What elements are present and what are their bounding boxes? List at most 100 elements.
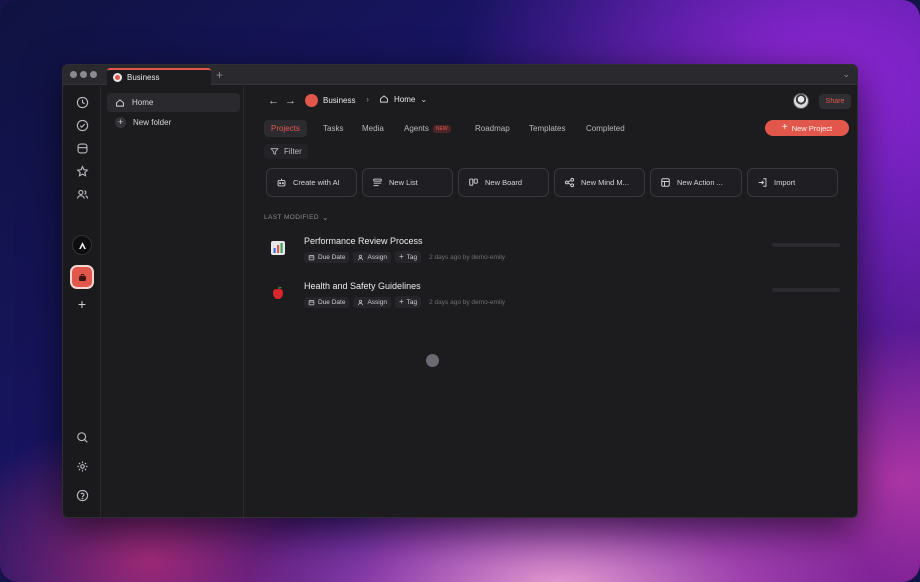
search-icon[interactable]	[75, 430, 89, 444]
browser-tab-business[interactable]: Business	[107, 68, 211, 85]
tab-media[interactable]: Media	[362, 120, 384, 137]
action-label: Create with AI	[293, 178, 340, 187]
import-icon	[758, 178, 767, 187]
breadcrumb-workspace-label: Business	[323, 96, 356, 105]
business-favicon-icon	[113, 73, 122, 82]
sidebar-item-new-folder[interactable]: + New folder	[107, 113, 240, 132]
inbox-icon[interactable]	[75, 141, 89, 155]
list-icon	[373, 178, 382, 187]
tab-label: Completed	[586, 124, 625, 133]
star-icon[interactable]	[75, 164, 89, 178]
action-label: New Mind M...	[581, 178, 629, 187]
due-date-label: Due Date	[318, 253, 346, 261]
create-with-ai-button[interactable]: Create with AI	[266, 168, 357, 197]
import-button[interactable]: Import	[747, 168, 838, 197]
tab-label: Tasks	[323, 124, 344, 133]
plus-icon: +	[398, 297, 404, 306]
list-item[interactable]: Performance Review Process Due Date Assi…	[264, 236, 842, 270]
last-modified-sort[interactable]: LAST MODIFIED ⌄	[264, 213, 329, 222]
new-board-button[interactable]: New Board	[458, 168, 549, 197]
tag-button[interactable]: + Tag	[394, 296, 422, 308]
window-titlebar: Business + ⌄	[63, 65, 857, 85]
forward-arrow-icon[interactable]: →	[285, 95, 296, 107]
action-label: New Action ...	[677, 178, 723, 187]
modified-time: 2 days ago by demo-emily	[429, 253, 506, 261]
assign-button[interactable]: Assign	[353, 296, 391, 308]
tab-templates[interactable]: Templates	[529, 120, 565, 137]
tag-label: Tag	[406, 253, 418, 261]
home-icon	[116, 98, 124, 107]
due-date-button[interactable]: Due Date	[304, 251, 350, 263]
user-avatar[interactable]	[793, 93, 809, 109]
robot-icon	[277, 178, 286, 187]
share-button[interactable]: Share	[819, 94, 851, 109]
sidebar-item-home[interactable]: Home	[107, 93, 240, 112]
new-tab-icon[interactable]: +	[216, 68, 223, 82]
plus-icon: +	[398, 252, 404, 261]
chevron-down-icon[interactable]: ⌄	[842, 69, 850, 80]
tab-title: Business	[127, 73, 160, 82]
chevron-down-icon: ⌄	[321, 213, 330, 222]
tab-projects[interactable]: Projects	[264, 120, 307, 137]
action-label: New List	[389, 178, 418, 187]
bar-chart-emoji-icon	[271, 241, 285, 255]
due-date-button[interactable]: Due Date	[304, 296, 350, 308]
new-mind-map-button[interactable]: New Mind M...	[554, 168, 645, 197]
new-badge: NEW	[432, 124, 451, 133]
project-meta: Due Date Assign + Tag 2 days ago by demo…	[304, 251, 505, 263]
assign-button[interactable]: Assign	[353, 251, 391, 263]
user-icon	[358, 299, 364, 305]
progress-placeholder	[772, 243, 840, 247]
breadcrumb-workspace[interactable]: Business	[305, 94, 355, 107]
tab-label: Templates	[529, 124, 566, 133]
filter-button[interactable]: Filter	[264, 144, 308, 159]
home-icon	[380, 95, 388, 103]
workspace-logo-icon[interactable]	[72, 235, 92, 255]
project-title[interactable]: Health and Safety Guidelines	[304, 281, 421, 291]
clock-icon[interactable]	[75, 95, 89, 109]
share-button-label: Share	[825, 98, 845, 105]
action-label: Import	[774, 178, 796, 187]
business-workspace-icon	[305, 94, 318, 107]
action-plan-icon	[661, 178, 670, 187]
tag-label: Tag	[406, 298, 418, 306]
sidebar-item-label: New folder	[133, 118, 172, 127]
due-date-label: Due Date	[318, 298, 346, 306]
new-project-label: New Project	[791, 123, 833, 133]
modified-time: 2 days ago by demo-emily	[429, 298, 506, 306]
new-list-button[interactable]: New List	[362, 168, 453, 197]
list-item[interactable]: Health and Safety Guidelines Due Date As…	[264, 281, 842, 315]
filter-icon	[270, 148, 279, 155]
section-label: LAST MODIFIED	[264, 214, 319, 221]
chevron-down-icon[interactable]: ⌄	[420, 95, 427, 104]
progress-placeholder	[772, 288, 840, 292]
back-arrow-icon[interactable]: ←	[268, 95, 279, 107]
mind-map-icon	[564, 177, 575, 188]
project-title[interactable]: Performance Review Process	[304, 236, 423, 246]
calendar-icon	[308, 299, 315, 305]
tab-agents[interactable]: Agents NEW	[404, 120, 451, 137]
tab-completed[interactable]: Completed	[586, 120, 625, 137]
business-workspace-icon[interactable]	[70, 265, 94, 289]
window-close-dot[interactable]	[70, 71, 77, 78]
new-project-button[interactable]: + New Project	[765, 120, 849, 136]
add-workspace-icon[interactable]: +	[75, 296, 89, 312]
users-icon[interactable]	[75, 187, 89, 201]
sidebar-item-label: Home	[132, 98, 154, 107]
plus-icon: +	[781, 122, 788, 133]
tab-label: Roadmap	[475, 124, 510, 133]
gear-icon[interactable]	[75, 459, 89, 473]
plus-icon: +	[115, 117, 126, 128]
check-circle-icon[interactable]	[75, 118, 89, 132]
breadcrumb-page[interactable]: Home ⌄	[379, 94, 427, 104]
window-minimize-dot[interactable]	[80, 71, 87, 78]
tag-button[interactable]: + Tag	[394, 251, 422, 263]
help-icon[interactable]	[75, 488, 89, 502]
tab-roadmap[interactable]: Roadmap	[475, 120, 510, 137]
window-maximize-dot[interactable]	[90, 71, 97, 78]
new-action-plan-button[interactable]: New Action ...	[650, 168, 742, 197]
breadcrumb-page-label: Home	[394, 94, 416, 104]
loading-spinner-icon	[426, 354, 439, 367]
project-tabs: Projects Tasks Media Agents NEW Roadmap …	[264, 120, 764, 137]
tab-tasks[interactable]: Tasks	[323, 120, 343, 137]
